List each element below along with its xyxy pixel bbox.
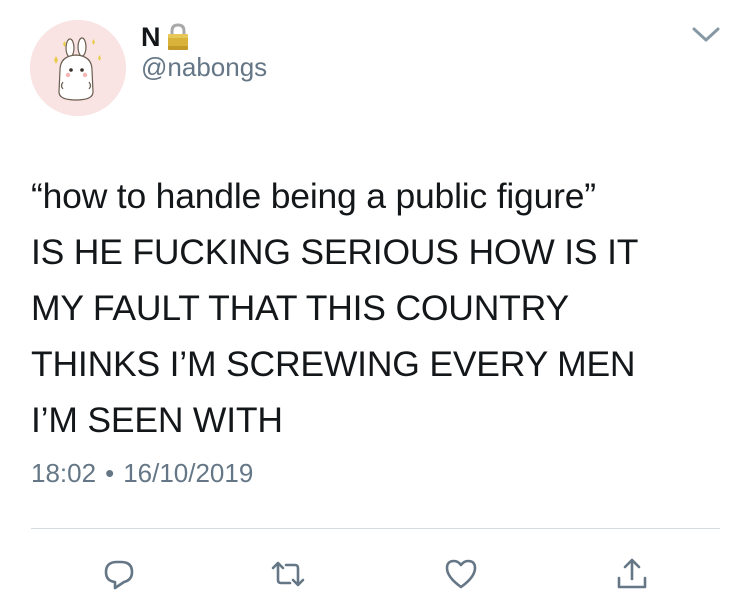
meta-separator: • [105,458,115,488]
heart-icon [445,559,477,589]
share-icon [617,558,647,589]
chevron-down-icon[interactable] [690,22,722,46]
name-row: N [141,20,190,54]
share-button[interactable] [614,556,650,592]
avatar[interactable] [30,20,126,116]
tweet-meta: 18:02 • 16/10/2019 [31,458,253,489]
retweet-icon [271,561,305,587]
tweet-time[interactable]: 18:02 [31,458,96,489]
reply-icon [104,560,134,590]
user-handle[interactable]: @nabongs [141,52,267,83]
tweet-text: “how to handle being a public figure” IS… [31,176,639,440]
retweet-button[interactable] [270,556,306,592]
tweet-date[interactable]: 16/10/2019 [123,458,253,489]
reply-button[interactable] [101,556,137,592]
display-name[interactable]: N [141,22,161,53]
lock-icon [166,22,190,52]
bunny-avatar-icon [30,20,126,116]
divider [31,528,720,529]
like-button[interactable] [443,556,479,592]
tweet-card: N @nabongs “how to handle being a public… [0,0,750,609]
